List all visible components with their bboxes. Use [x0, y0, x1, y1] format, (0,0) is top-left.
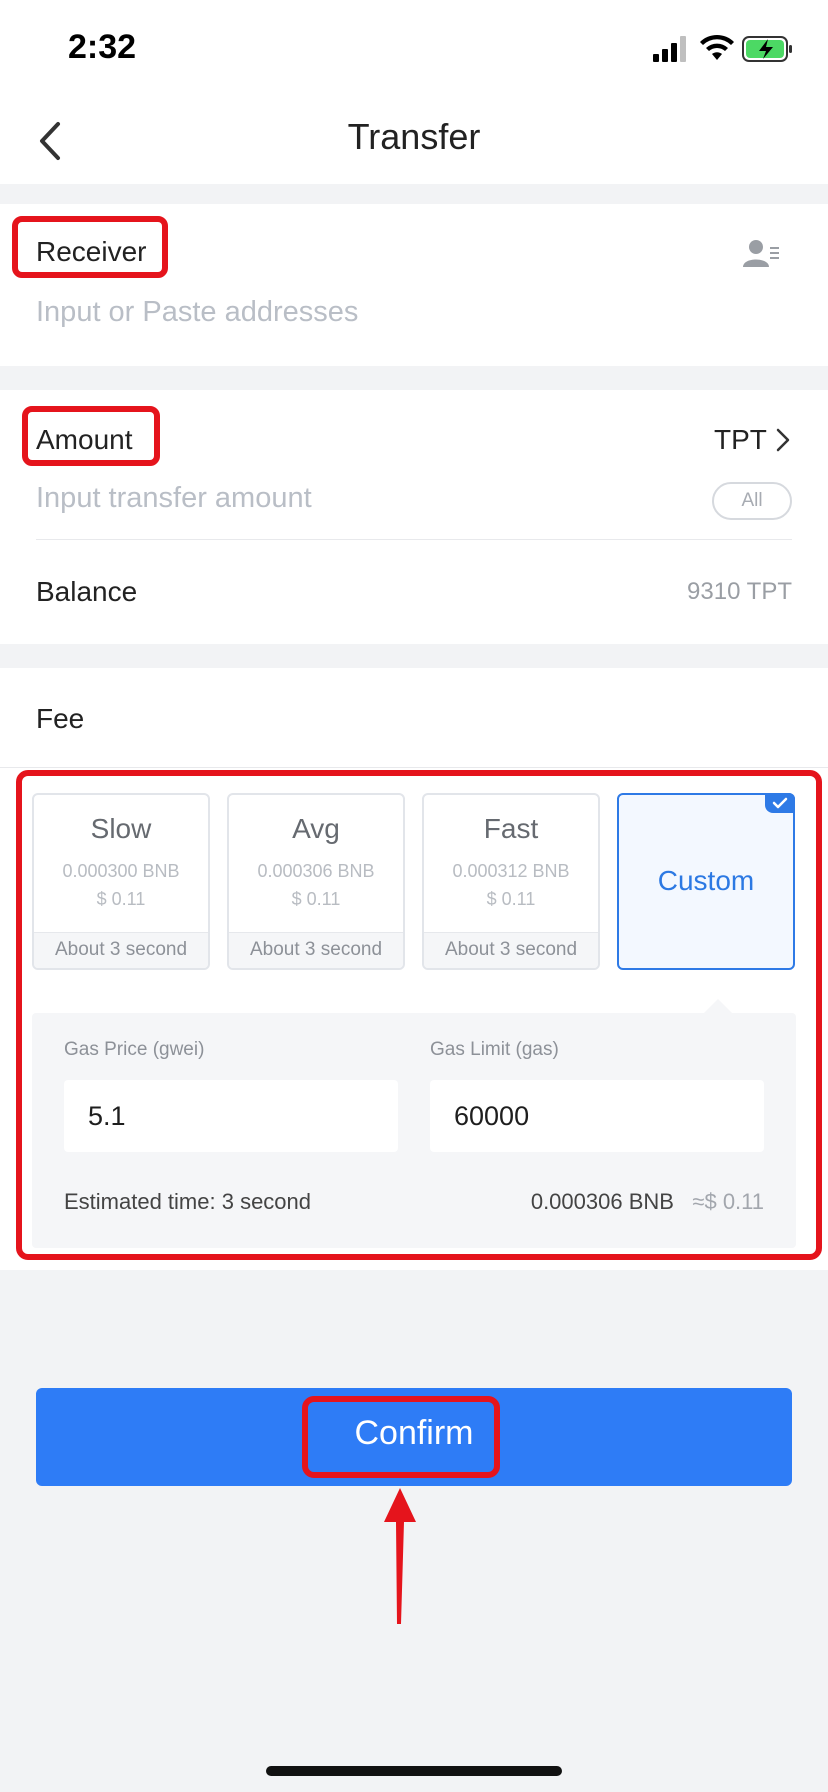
token-symbol: TPT — [714, 424, 767, 455]
selected-check-icon — [765, 793, 795, 813]
fee-option-fast[interactable]: Fast 0.000312 BNB $ 0.11 About 3 second — [422, 793, 600, 970]
amount-input[interactable]: Input transfer amount — [36, 482, 656, 515]
receiver-address-input[interactable]: Input or Paste addresses — [36, 296, 736, 329]
fee-divider — [0, 767, 828, 768]
estimated-fee-usd: ≈$ 0.11 — [692, 1189, 764, 1214]
fee-option-time: About 3 second — [34, 932, 208, 968]
gas-limit-label: Gas Limit (gas) — [430, 1039, 559, 1060]
estimated-fee-bnb: 0.000306 BNB — [530, 1189, 674, 1214]
address-book-icon[interactable] — [742, 238, 780, 268]
fee-option-name: Fast — [483, 813, 539, 844]
balance-value: 9310 TPT — [687, 578, 792, 605]
fee-option-bnb: 0.000300 BNB — [62, 861, 180, 881]
fee-option-name: Slow — [90, 813, 152, 844]
fee-option-time: About 3 second — [229, 932, 403, 968]
fee-option-time: About 3 second — [424, 932, 598, 968]
amount-divider — [36, 539, 792, 540]
chevron-right-icon — [776, 428, 790, 452]
receiver-label: Receiver — [36, 236, 147, 267]
gas-price-label: Gas Price (gwei) — [64, 1039, 205, 1060]
fee-option-usd: $ 0.11 — [96, 889, 146, 909]
amount-label: Amount — [36, 424, 133, 455]
fee-option-usd: $ 0.11 — [291, 889, 341, 909]
token-selector[interactable]: TPT — [714, 424, 794, 460]
fee-option-name: Custom — [657, 865, 755, 896]
home-indicator — [266, 1766, 562, 1776]
wifi-icon — [700, 34, 734, 60]
fee-option-custom[interactable]: Custom — [617, 793, 795, 970]
gas-price-input[interactable]: 5.1 — [64, 1080, 398, 1152]
fee-label: Fee — [36, 703, 85, 734]
page-title: Transfer — [347, 116, 481, 157]
fee-option-name: Avg — [292, 813, 340, 844]
gas-limit-input[interactable]: 60000 — [430, 1080, 764, 1152]
cellular-signal-icon — [653, 36, 689, 62]
estimated-fee: 0.000306 BNB ≈$ 0.11 — [531, 1189, 764, 1215]
custom-fee-panel: Gas Price (gwei) 5.1 Gas Limit (gas) 600… — [32, 1013, 796, 1248]
battery-charging-icon — [742, 36, 792, 62]
status-time: 2:32 — [68, 28, 137, 66]
fee-option-bnb: 0.000306 BNB — [257, 861, 375, 881]
fee-option-bnb: 0.000312 BNB — [452, 861, 570, 881]
balance-label: Balance — [36, 576, 138, 607]
custom-panel-pointer — [704, 999, 732, 1013]
all-amount-button[interactable]: All — [712, 482, 792, 520]
confirm-highlight — [302, 1396, 500, 1478]
fee-option-avg[interactable]: Avg 0.000306 BNB $ 0.11 About 3 second — [227, 793, 405, 970]
fee-option-slow[interactable]: Slow 0.000300 BNB $ 0.11 About 3 second — [32, 793, 210, 970]
annotation-arrow-icon — [384, 1488, 416, 1624]
fee-option-usd: $ 0.11 — [486, 889, 536, 909]
estimated-time: Estimated time: 3 second — [64, 1189, 312, 1214]
